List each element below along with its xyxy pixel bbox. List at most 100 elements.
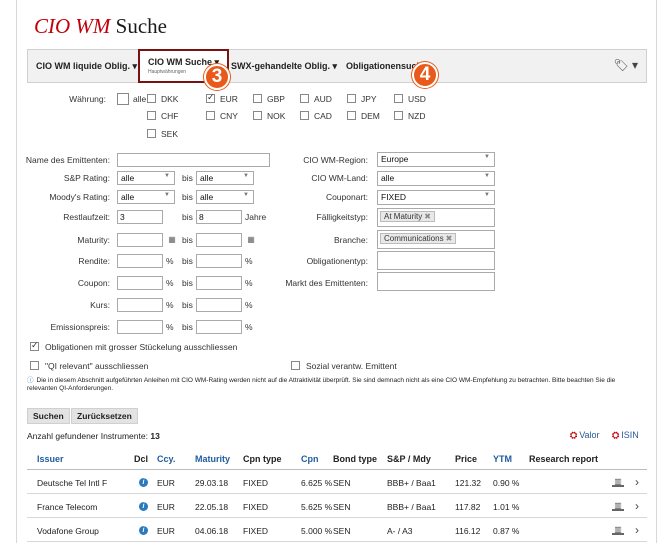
table-row[interactable]: Vodafone Group EUR 04.06.18 FIXED 5.000 % SEN… bbox=[27, 519, 647, 542]
exclude-large-checkbox[interactable] bbox=[30, 340, 39, 351]
chevron-down-icon: ▼ bbox=[484, 154, 490, 160]
cell-price: 121.32 bbox=[455, 478, 481, 488]
calendar-icon[interactable]: ▦ bbox=[246, 235, 256, 245]
cell-maturity: 22.05.18 bbox=[195, 502, 229, 512]
table-row[interactable]: France Telecom EUR 22.05.18 FIXED 5.625 % SEN… bbox=[27, 495, 647, 518]
header-ytm[interactable]: YTM bbox=[493, 454, 512, 464]
exclude-qi-checkbox[interactable] bbox=[30, 361, 39, 370]
currency-checkbox-3[interactable] bbox=[300, 94, 309, 103]
header-dcl: Dcl bbox=[134, 454, 149, 464]
cell-issuer: Vodafone Group bbox=[37, 526, 99, 536]
calendar-icon[interactable]: ▦ bbox=[167, 235, 177, 245]
result-count-label: Anzahl gefundener Instrumente: bbox=[27, 431, 148, 441]
coupon-from-input[interactable] bbox=[117, 276, 163, 290]
close-icon[interactable]: ✖ bbox=[424, 212, 431, 221]
export-icon: ⛭ bbox=[612, 430, 620, 440]
chevron-down-icon: ▼ bbox=[484, 173, 490, 179]
currency-checkbox-9[interactable] bbox=[300, 111, 309, 120]
markt-field[interactable] bbox=[377, 272, 495, 291]
restlaufzeit-to-input[interactable]: 8 bbox=[196, 210, 242, 224]
moodys-from-select[interactable]: alle ▼ bbox=[117, 190, 175, 204]
info-icon[interactable]: i bbox=[139, 526, 148, 535]
info-icon[interactable]: i bbox=[139, 478, 148, 487]
tab-swx[interactable]: SWX-gehandelte Oblig. ▾ bbox=[223, 50, 345, 82]
search-button[interactable]: Suchen bbox=[27, 408, 70, 424]
info-icon: ⓘ bbox=[27, 377, 34, 384]
cell-issuer: Deutsche Tel Intl F bbox=[37, 478, 108, 488]
faelligkeitstyp-field[interactable]: At Maturity ✖ bbox=[377, 208, 495, 227]
chevron-right-icon[interactable]: › bbox=[635, 499, 639, 513]
table-row[interactable]: Deutsche Tel Intl F EUR 29.03.18 FIXED 6.625… bbox=[27, 471, 647, 494]
currency-all-checkbox[interactable] bbox=[117, 93, 129, 105]
tab-liquide[interactable]: CIO WM liquide Oblig. ▾ bbox=[28, 50, 145, 82]
sp-to-select[interactable]: alle ▼ bbox=[196, 171, 254, 185]
maturity-from-input[interactable] bbox=[117, 233, 163, 247]
close-icon[interactable]: ✖ bbox=[446, 234, 453, 243]
currency-checkbox-7[interactable] bbox=[206, 111, 215, 120]
coupon-to-input[interactable] bbox=[196, 276, 242, 290]
chevron-right-icon[interactable]: › bbox=[635, 523, 639, 537]
table-header: Issuer Dcl Ccy. Maturity Cpn type Cpn Bo… bbox=[27, 448, 647, 470]
currency-checkbox-8[interactable] bbox=[253, 111, 262, 120]
header-maturity[interactable]: Maturity bbox=[195, 454, 230, 464]
branche-tag[interactable]: Communications ✖ bbox=[380, 233, 457, 244]
sp-rating-label: S&P Rating: bbox=[63, 173, 110, 183]
moodys-bis-label: bis bbox=[182, 192, 193, 202]
header-ccy[interactable]: Ccy. bbox=[157, 454, 175, 464]
currency-checkbox-6[interactable] bbox=[147, 111, 156, 120]
land-select[interactable]: alle ▼ bbox=[377, 171, 495, 186]
rendite-to-input[interactable] bbox=[196, 254, 242, 268]
export-valor-label: Valor bbox=[579, 430, 600, 440]
currency-checkbox-0[interactable] bbox=[147, 94, 156, 103]
export-valor-link[interactable]: ⛭ Valor bbox=[570, 430, 600, 441]
currency-checkbox-2[interactable] bbox=[253, 94, 262, 103]
chart-icon[interactable]: ▥ bbox=[612, 501, 624, 511]
faelligkeitstyp-tag[interactable]: At Maturity ✖ bbox=[380, 211, 435, 222]
cell-price: 117.82 bbox=[455, 502, 481, 512]
currency-checkbox-12[interactable] bbox=[147, 129, 156, 138]
cell-maturity: 29.03.18 bbox=[195, 478, 229, 488]
currency-checkbox-1[interactable] bbox=[206, 92, 215, 103]
chevron-right-icon[interactable]: › bbox=[635, 475, 639, 489]
cell-ccy: EUR bbox=[157, 502, 175, 512]
cell-cpn: 6.625 % bbox=[301, 478, 333, 488]
currency-checkbox-10[interactable] bbox=[347, 111, 356, 120]
obligationentyp-field[interactable] bbox=[377, 251, 495, 270]
header-cpn[interactable]: Cpn bbox=[301, 454, 319, 464]
header-issuer[interactable]: Issuer bbox=[37, 454, 64, 464]
currency-checkbox-11[interactable] bbox=[394, 111, 403, 120]
emissionspreis-to-input[interactable] bbox=[196, 320, 242, 334]
emissionspreis-from-input[interactable] bbox=[117, 320, 163, 334]
social-label: Sozial verantw. Emittent bbox=[306, 361, 397, 371]
maturity-to-input[interactable] bbox=[196, 233, 242, 247]
restlaufzeit-from-input[interactable]: 3 bbox=[117, 210, 163, 224]
restlaufzeit-bis-label: bis bbox=[182, 212, 193, 222]
couponart-select[interactable]: FIXED ▼ bbox=[377, 190, 495, 205]
rendite-from-pct: % bbox=[166, 256, 174, 266]
tag-icon[interactable]: 🏷 ▾ bbox=[613, 58, 638, 72]
currency-option-label: JPY bbox=[361, 94, 377, 104]
branche-tag-label: Communications bbox=[384, 234, 444, 243]
currency-checkbox-5[interactable] bbox=[394, 94, 403, 103]
chevron-down-icon: ▼ bbox=[243, 173, 249, 179]
export-isin-link[interactable]: ⛭ ISIN bbox=[612, 430, 639, 441]
export-icon: ⛭ bbox=[570, 430, 578, 440]
moodys-to-select[interactable]: alle ▼ bbox=[196, 190, 254, 204]
chevron-down-icon: ▼ bbox=[164, 192, 170, 198]
info-icon[interactable]: i bbox=[139, 502, 148, 511]
region-select[interactable]: Europe ▼ bbox=[377, 152, 495, 167]
branche-field[interactable]: Communications ✖ bbox=[377, 230, 495, 249]
currency-checkbox-4[interactable] bbox=[347, 94, 356, 103]
kurs-from-input[interactable] bbox=[117, 298, 163, 312]
issuer-input[interactable] bbox=[117, 153, 270, 167]
rendite-from-input[interactable] bbox=[117, 254, 163, 268]
chart-icon[interactable]: ▥ bbox=[612, 525, 624, 535]
social-checkbox[interactable] bbox=[291, 361, 300, 370]
kurs-to-input[interactable] bbox=[196, 298, 242, 312]
chart-icon[interactable]: ▥ bbox=[612, 477, 624, 487]
emissionspreis-to-pct: % bbox=[245, 322, 253, 332]
sp-from-select[interactable]: alle ▼ bbox=[117, 171, 175, 185]
chevron-down-icon: ▼ bbox=[484, 192, 490, 198]
cell-ytm: 0.87 % bbox=[493, 526, 520, 536]
reset-button[interactable]: Zurücksetzen bbox=[71, 408, 138, 424]
